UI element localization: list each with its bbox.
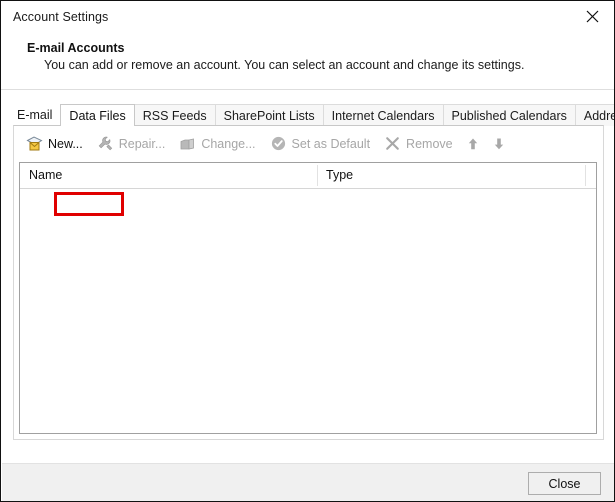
repair-button[interactable]: Repair... <box>90 131 173 157</box>
button-label: New... <box>48 136 83 151</box>
close-button-label: Close <box>548 476 581 491</box>
list-column-header: Name Type <box>20 163 596 189</box>
button-label: Repair... <box>118 136 166 151</box>
dialog-body: E-mail Data Files RSS Feeds SharePoint L… <box>2 90 614 462</box>
tab-label: E-mail <box>17 108 53 122</box>
button-label: Remove <box>406 136 453 151</box>
arrow-up-icon <box>466 136 480 152</box>
change-icon <box>179 135 196 152</box>
button-label: Set as Default <box>291 136 371 151</box>
move-up-button[interactable] <box>460 131 486 157</box>
column-header-name[interactable]: Name <box>29 163 62 188</box>
set-as-default-button[interactable]: Set as Default <box>263 131 378 157</box>
data-files-list[interactable]: Name Type <box>19 162 597 434</box>
account-settings-dialog: Account Settings E-mail Accounts You can… <box>0 0 615 502</box>
header-title: E-mail Accounts <box>27 41 125 55</box>
tab-published-calendars[interactable]: Published Calendars <box>442 104 576 126</box>
close-button[interactable]: Close <box>528 472 601 495</box>
data-files-toolbar: New... Repair... Change... Set as Defaul… <box>15 127 512 160</box>
tab-data-files[interactable]: Data Files <box>60 104 135 126</box>
button-label: Change... <box>201 136 256 151</box>
tab-panel-data-files: New... Repair... Change... Set as Defaul… <box>13 125 604 440</box>
tab-rss-feeds[interactable]: RSS Feeds <box>133 104 216 126</box>
repair-icon <box>97 135 114 152</box>
tab-label: Published Calendars <box>451 109 567 123</box>
remove-button[interactable]: Remove <box>377 131 460 157</box>
dialog-header: E-mail Accounts You can add or remove an… <box>2 31 614 89</box>
tab-label: SharePoint Lists <box>223 109 315 123</box>
remove-x-icon <box>384 135 401 152</box>
tab-label: Data Files <box>69 109 126 123</box>
column-header-type[interactable]: Type <box>326 163 353 188</box>
arrow-down-icon <box>492 136 506 152</box>
move-down-button[interactable] <box>486 131 512 157</box>
tab-strip: E-mail Data Files RSS Feeds SharePoint L… <box>2 104 614 126</box>
window-title: Account Settings <box>13 9 109 24</box>
change-button[interactable]: Change... <box>172 131 262 157</box>
dialog-footer: Close <box>2 463 614 501</box>
tab-sharepoint-lists[interactable]: SharePoint Lists <box>214 104 324 126</box>
new-data-file-icon <box>26 135 43 152</box>
tab-label: Internet Calendars <box>331 109 435 123</box>
new-data-file-button[interactable]: New... <box>19 131 90 157</box>
tab-label: RSS Feeds <box>142 109 207 123</box>
close-window-button[interactable] <box>570 2 614 31</box>
tab-internet-calendars[interactable]: Internet Calendars <box>322 104 444 126</box>
list-rows-empty[interactable] <box>20 189 596 433</box>
tab-label: Address Books <box>583 109 614 123</box>
column-divider-2[interactable] <box>585 165 586 186</box>
check-circle-icon <box>270 135 287 152</box>
column-divider-1[interactable] <box>317 165 318 186</box>
header-description: You can add or remove an account. You ca… <box>44 58 525 72</box>
title-bar: Account Settings <box>2 2 614 31</box>
tab-address-books[interactable]: Address Books <box>574 104 614 126</box>
tab-email[interactable]: E-mail <box>13 104 62 126</box>
close-x-icon <box>586 10 599 23</box>
